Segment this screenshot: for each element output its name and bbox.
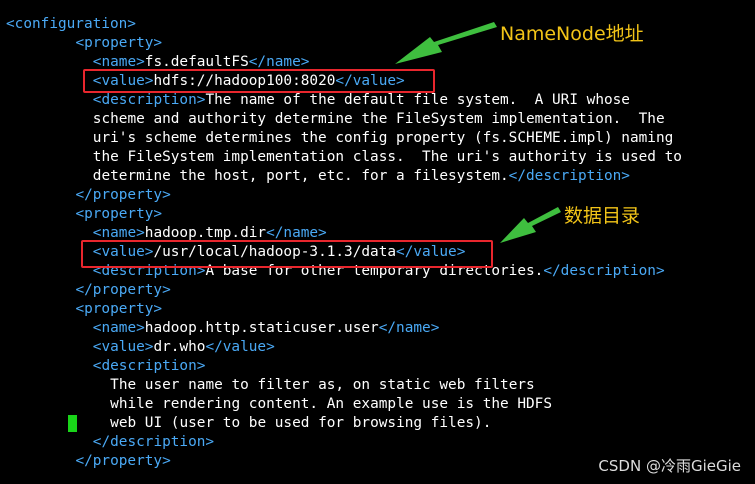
text-cursor: [68, 415, 77, 432]
datadir-annotation-label: 数据目录: [564, 205, 641, 227]
annotation-arrows: [395, 22, 561, 243]
terminal-editor[interactable]: <configuration> <property> <name>fs.defaul…: [0, 0, 755, 484]
namenode-arrow: [395, 22, 497, 64]
datadir-arrow: [500, 207, 561, 243]
watermark: CSDN @冷雨GieGie: [598, 457, 741, 475]
namenode-annotation-label: NameNode地址: [500, 23, 644, 45]
